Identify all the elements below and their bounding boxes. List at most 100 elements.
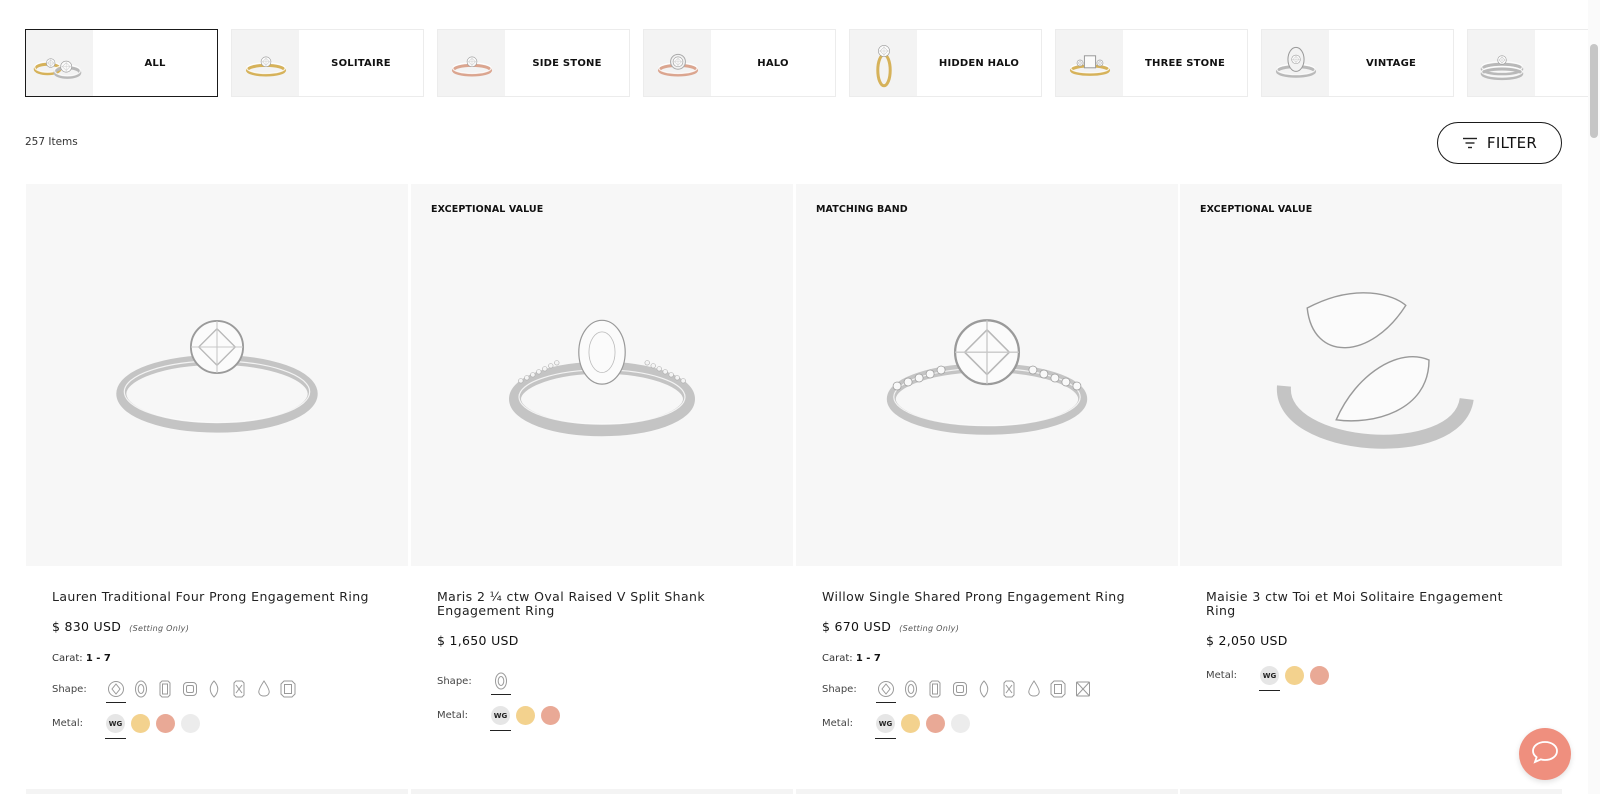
product-card[interactable]: EXCEPTIONAL VALUE Maisie 3 ctw Toi et Moi…: [1180, 184, 1562, 794]
metal-label: Metal:: [1206, 670, 1237, 681]
shape-label: Shape:: [52, 683, 87, 695]
product-image[interactable]: EXCEPTIONAL VALUE: [1180, 184, 1562, 566]
shape-options: Shape:: [822, 678, 1152, 703]
category-label: SIDE STONE: [532, 57, 602, 69]
shape-label: Shape:: [437, 675, 472, 687]
category-tab-halo[interactable]: HALO: [643, 29, 836, 97]
metal-white-gold-swatch[interactable]: WG: [1259, 666, 1280, 691]
shape-marquise-icon[interactable]: [204, 678, 224, 700]
metal-code: WG: [1262, 671, 1277, 680]
shape-label: Shape:: [822, 683, 857, 695]
metal-code: WG: [493, 711, 508, 720]
shape-round-icon[interactable]: [876, 678, 896, 703]
category-tab-vintage[interactable]: VINTAGE: [1261, 29, 1454, 97]
product-card[interactable]: MATCHING BAND Willow Single Shared Prong…: [796, 184, 1178, 794]
shape-round-icon[interactable]: [106, 678, 126, 703]
carat-value: 1 - 7: [85, 653, 111, 664]
shape-emerald-icon[interactable]: [155, 678, 175, 700]
product-badge: EXCEPTIONAL VALUE: [431, 204, 544, 215]
carat-label: Carat:: [822, 653, 853, 664]
shape-oval-icon[interactable]: [131, 678, 151, 700]
shape-oval-icon[interactable]: [491, 670, 511, 695]
carat-label: Carat:: [52, 653, 83, 664]
category-tab-side-stone[interactable]: SIDE STONE: [437, 29, 630, 97]
scrollbar[interactable]: [1588, 0, 1600, 794]
metal-rose-gold-swatch[interactable]: [156, 714, 175, 733]
filter-button[interactable]: FILTER: [1437, 122, 1562, 164]
metal-yellow-gold-swatch[interactable]: [516, 706, 535, 725]
category-tab-more[interactable]: [1467, 29, 1600, 97]
product-name[interactable]: Lauren Traditional Four Prong Engagement…: [52, 590, 382, 604]
shape-asscher-icon[interactable]: [278, 678, 298, 700]
shape-options: Shape:: [437, 670, 767, 695]
shape-emerald-icon[interactable]: [925, 678, 945, 700]
vintage-ring-thumbnail: [1262, 30, 1329, 96]
shape-princess-icon[interactable]: [1073, 678, 1093, 700]
product-badge: EXCEPTIONAL VALUE: [1200, 204, 1313, 215]
shape-asscher-icon[interactable]: [1048, 678, 1068, 700]
carat-value: 1 - 7: [855, 653, 881, 664]
next-row-card-edge: [1180, 789, 1562, 794]
metal-yellow-gold-swatch[interactable]: [1285, 666, 1304, 685]
metal-rose-gold-swatch[interactable]: [1310, 666, 1329, 685]
next-row-card-edge: [796, 789, 1178, 794]
product-card[interactable]: Lauren Traditional Four Prong Engagement…: [26, 184, 408, 794]
product-image[interactable]: EXCEPTIONAL VALUE: [411, 184, 793, 566]
category-tab-hidden-halo[interactable]: HIDDEN HALO: [849, 29, 1042, 97]
product-badge: MATCHING BAND: [816, 204, 908, 215]
product-name[interactable]: Willow Single Shared Prong Engagement Ri…: [822, 590, 1152, 604]
scrollbar-thumb[interactable]: [1590, 44, 1598, 138]
metal-code: WG: [878, 719, 893, 728]
shape-radiant-icon[interactable]: [999, 678, 1019, 700]
carat-range: Carat: 1 - 7: [822, 653, 1152, 664]
product-name[interactable]: Maris 2 ¼ ctw Oval Raised V Split Shank …: [437, 590, 767, 618]
category-tab-solitaire[interactable]: SOLITAIRE: [231, 29, 424, 97]
oval-split-shank-ring-image: [457, 243, 747, 507]
chat-bubble-icon: [1531, 740, 1559, 768]
category-label: HALO: [757, 57, 789, 69]
metal-platinum-swatch[interactable]: [951, 714, 970, 733]
shared-prong-side-stone-ring-image: [842, 243, 1132, 507]
product-card[interactable]: EXCEPTIONAL VALUE Maris 2 ¼ ctw Oval Rai…: [411, 184, 793, 794]
shape-pear-icon[interactable]: [254, 678, 274, 700]
category-label: HIDDEN HALO: [938, 57, 1020, 69]
category-label: THREE STONE: [1145, 57, 1225, 69]
metal-white-gold-swatch[interactable]: WG: [105, 714, 126, 739]
ring-collection-thumbnail: [26, 30, 93, 96]
solitaire-ring-thumbnail: [232, 30, 299, 96]
shape-cushion-icon[interactable]: [180, 678, 200, 700]
metal-white-gold-swatch[interactable]: WG: [490, 706, 511, 731]
metal-rose-gold-swatch[interactable]: [541, 706, 560, 725]
shape-cushion-icon[interactable]: [950, 678, 970, 700]
shape-radiant-icon[interactable]: [229, 678, 249, 700]
chat-button[interactable]: [1519, 728, 1571, 780]
solitaire-four-prong-ring-image: [72, 243, 362, 507]
category-strip: ALL SOLITAIRE SIDE STONE HALO HIDDEN HAL…: [25, 29, 1600, 97]
metal-options: Metal: WG: [52, 714, 382, 739]
metal-rose-gold-swatch[interactable]: [926, 714, 945, 733]
shape-marquise-icon[interactable]: [974, 678, 994, 700]
category-tab-all[interactable]: ALL: [25, 29, 218, 97]
product-price: $ 830 USD: [52, 619, 122, 634]
category-label: SOLITAIRE: [331, 57, 391, 69]
shape-options: Shape:: [52, 678, 382, 703]
product-price: $ 1,650 USD: [437, 633, 519, 648]
price-note: (Setting Only): [899, 624, 960, 633]
product-image[interactable]: MATCHING BAND: [796, 184, 1178, 566]
shape-oval-icon[interactable]: [901, 678, 921, 700]
metal-yellow-gold-swatch[interactable]: [131, 714, 150, 733]
category-tab-three-stone[interactable]: THREE STONE: [1055, 29, 1248, 97]
product-name[interactable]: Maisie 3 ctw Toi et Moi Solitaire Engage…: [1206, 590, 1536, 618]
price-note: (Setting Only): [129, 624, 190, 633]
shape-pear-icon[interactable]: [1024, 678, 1044, 700]
items-count: 257 Items: [25, 136, 78, 148]
metal-platinum-swatch[interactable]: [181, 714, 200, 733]
halo-ring-thumbnail: [644, 30, 711, 96]
product-image[interactable]: [26, 184, 408, 566]
metal-options: Metal: WG: [1206, 666, 1536, 691]
metal-white-gold-swatch[interactable]: WG: [875, 714, 896, 739]
metal-label: Metal:: [822, 718, 853, 729]
hidden-halo-ring-thumbnail: [850, 30, 917, 96]
filter-icon: [1462, 134, 1478, 153]
metal-yellow-gold-swatch[interactable]: [901, 714, 920, 733]
